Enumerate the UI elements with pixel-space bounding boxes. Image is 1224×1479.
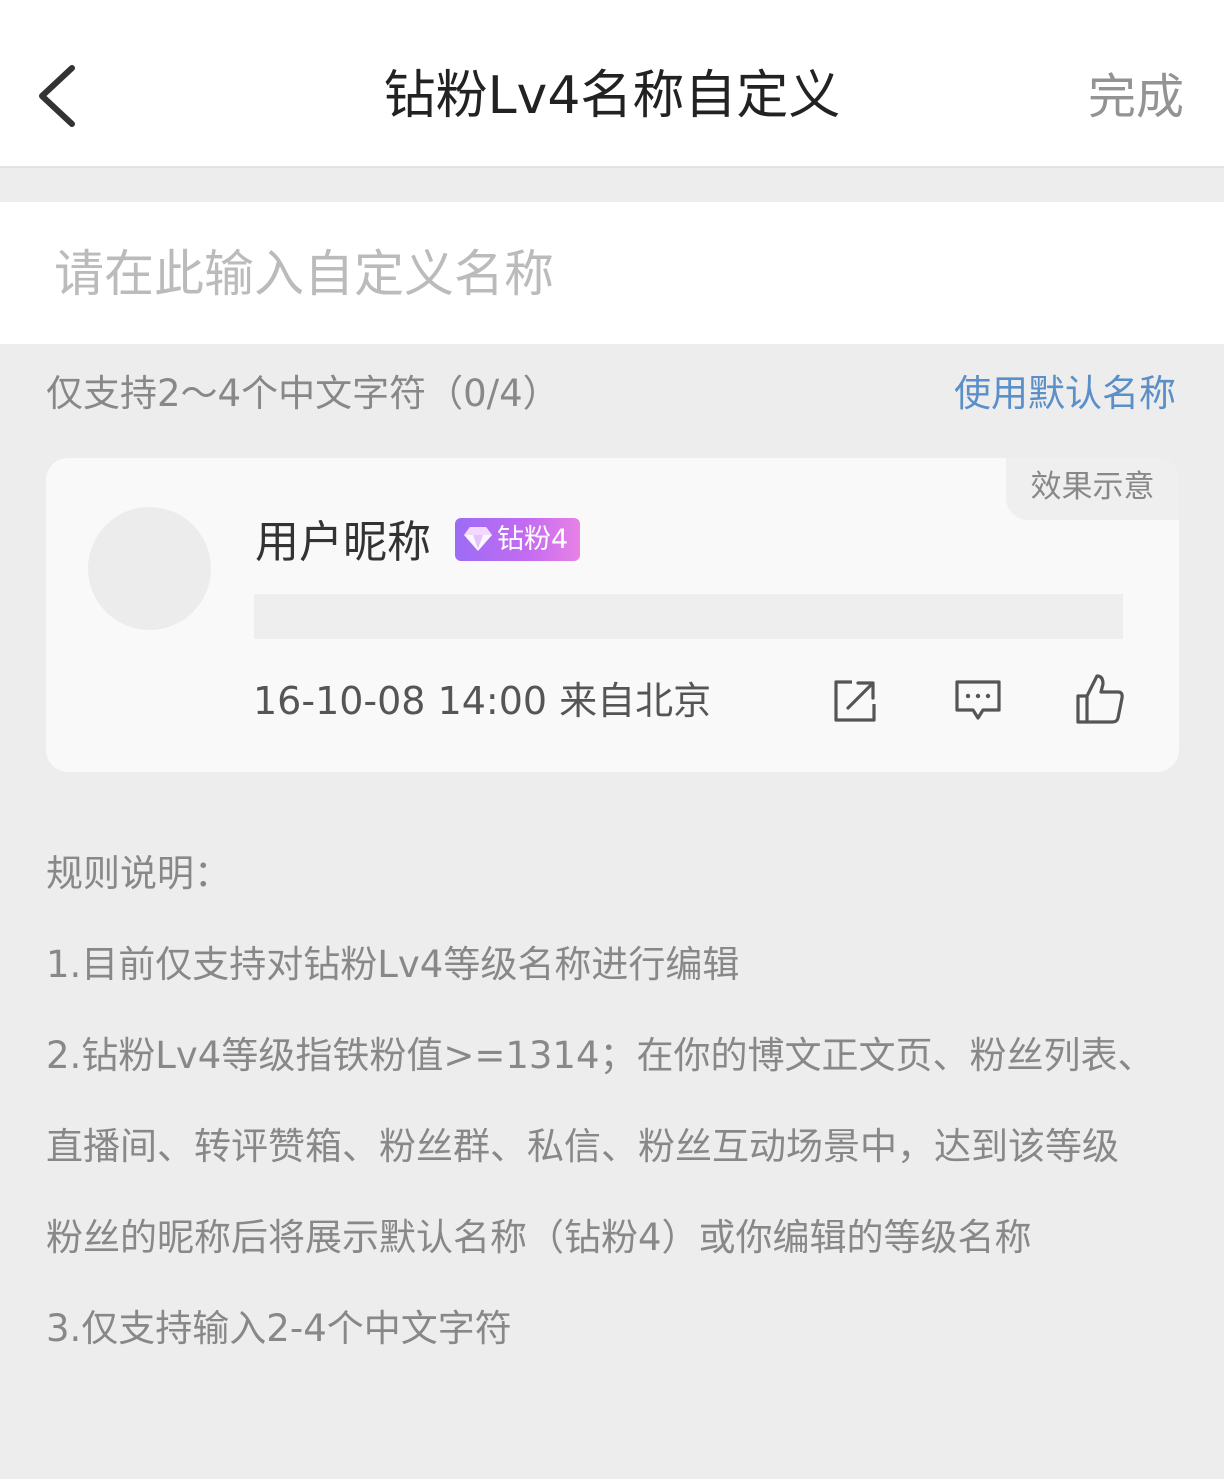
post-meta: 16-10-08 14:00 来自北京 <box>253 679 712 723</box>
share-icon[interactable] <box>830 676 880 726</box>
content-placeholder <box>254 594 1123 639</box>
rule-line: 1.目前仅支持对钻粉Lv4等级名称进行编辑 <box>46 943 740 986</box>
name-input-container <box>0 202 1224 344</box>
character-limit-hint: 仅支持2～4个中文字符（0/4） <box>46 372 560 415</box>
rule-line: 直播间、转评赞箱、粉丝群、私信、粉丝互动场景中，达到该等级 <box>46 1125 1119 1168</box>
nickname: 用户昵称 <box>255 517 431 568</box>
preview-tag: 效果示意 <box>1006 458 1179 520</box>
done-button[interactable]: 完成 <box>1088 62 1184 132</box>
diamond-icon <box>464 527 492 551</box>
fan-level-badge: 钻粉4 <box>455 518 580 561</box>
rule-line: 粉丝的昵称后将展示默认名称（钻粉4）或你编辑的等级名称 <box>46 1216 1032 1259</box>
badge-label: 钻粉4 <box>497 524 569 555</box>
use-default-name-link[interactable]: 使用默认名称 <box>954 368 1176 420</box>
preview-card: 效果示意 用户昵称 钻粉4 16-10-08 14:00 来自北京 <box>46 458 1179 772</box>
page-title: 钻粉Lv4名称自定义 <box>383 66 841 126</box>
top-nav-bar: 钻粉Lv4名称自定义 完成 <box>0 0 1224 168</box>
thumbs-up-icon[interactable] <box>1075 672 1125 724</box>
comment-icon[interactable] <box>953 676 1003 726</box>
rule-line: 2.钻粉Lv4等级指铁粉值>=1314；在你的博文正文页、粉丝列表、 <box>46 1034 1155 1077</box>
custom-name-input[interactable] <box>54 234 1174 314</box>
rule-line: 3.仅支持输入2-4个中文字符 <box>46 1307 512 1350</box>
rules-section: 规则说明： 1.目前仅支持对钻粉Lv4等级名称进行编辑 2.钻粉Lv4等级指铁粉… <box>46 828 1196 1374</box>
avatar <box>88 507 211 630</box>
rules-title: 规则说明： <box>46 852 231 895</box>
